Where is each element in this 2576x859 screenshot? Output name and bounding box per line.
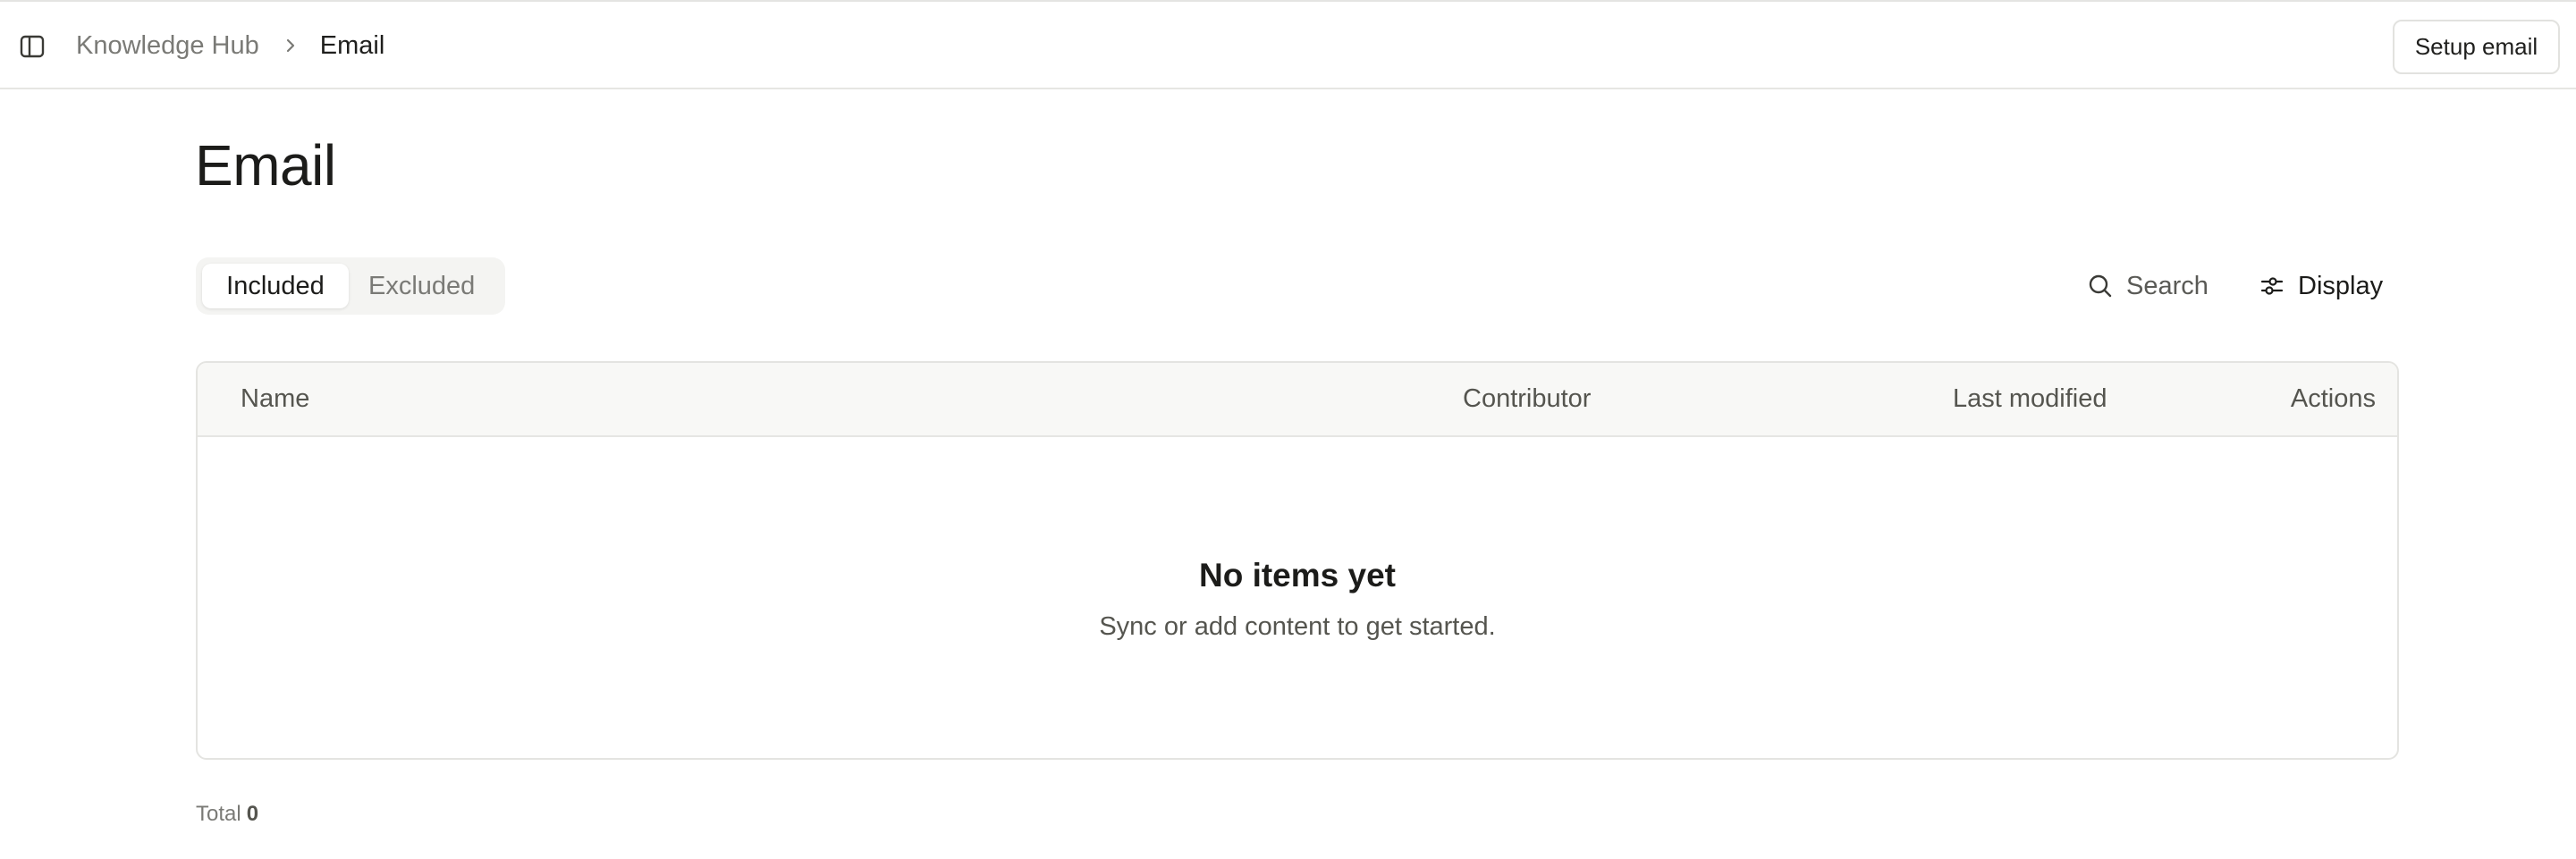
view-tabs: Included Excluded: [196, 257, 505, 315]
setup-email-button[interactable]: Setup email: [2393, 20, 2560, 74]
display-label: Display: [2298, 271, 2384, 300]
search-label: Search: [2126, 271, 2209, 300]
display-button[interactable]: Display: [2259, 265, 2383, 307]
empty-state-subtitle: Sync or add content to get started.: [1099, 612, 1496, 641]
breadcrumb-current: Email: [319, 30, 385, 60]
search-icon: [2087, 273, 2114, 299]
column-header-actions: Actions: [2290, 384, 2376, 413]
total-count: Total 0: [196, 802, 258, 827]
column-header-name[interactable]: Name: [241, 363, 309, 435]
sliders-icon: [2259, 273, 2285, 299]
breadcrumb-knowledge-hub-link[interactable]: Knowledge Hub: [76, 31, 259, 61]
page-title: Email: [195, 133, 336, 198]
search-button[interactable]: Search: [2087, 265, 2209, 307]
chevron-right-icon: [284, 37, 297, 55]
breadcrumb: Knowledge Hub Email: [76, 2, 384, 89]
items-table: Name Contributor Last modified Actions N…: [196, 361, 2399, 760]
table-body: No items yet Sync or add content to get …: [198, 437, 2397, 758]
column-header-contributor[interactable]: Contributor: [1463, 363, 1591, 435]
sidebar-panel-icon[interactable]: [16, 30, 48, 63]
table-header: Name Contributor Last modified Actions: [198, 363, 2397, 437]
column-header-last-modified[interactable]: Last modified: [1953, 363, 2107, 435]
empty-state-title: No items yet: [1198, 557, 1396, 594]
top-bar: Knowledge Hub Email Setup email: [0, 0, 2576, 89]
tab-excluded[interactable]: Excluded: [349, 264, 494, 308]
total-label: Total: [196, 802, 241, 826]
tab-included[interactable]: Included: [202, 264, 349, 308]
total-value: 0: [246, 802, 259, 826]
